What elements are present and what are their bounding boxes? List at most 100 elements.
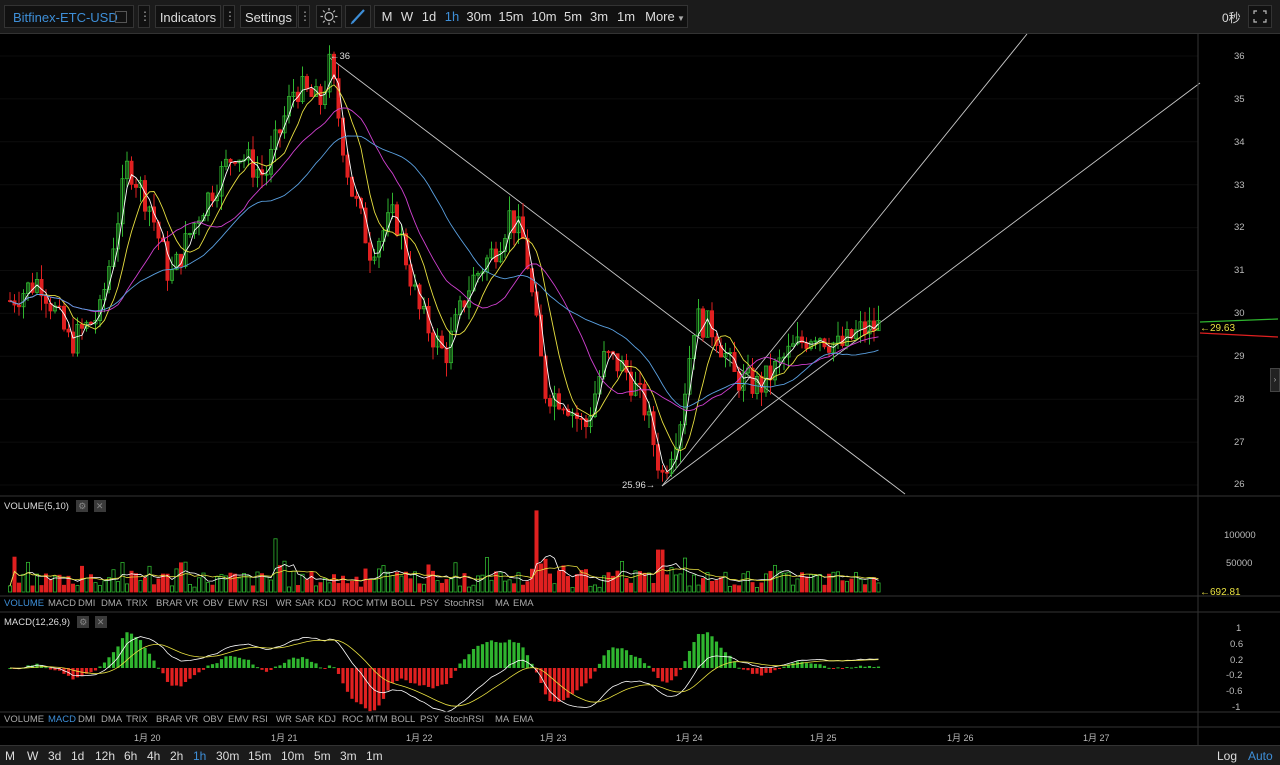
indicator-tab-vr[interactable]: VR (185, 713, 198, 727)
indicator-tab-dma[interactable]: DMA (101, 597, 122, 611)
indicator-tab-psy[interactable]: PSY (420, 597, 439, 611)
bottom-interval-6h[interactable]: 6h (124, 749, 137, 763)
indicator-tab-emv[interactable]: EMV (228, 597, 249, 611)
macd-bar (476, 645, 480, 668)
indicator-tab-emv[interactable]: EMV (228, 713, 249, 727)
indicator-tab-mtm[interactable]: MTM (366, 713, 388, 727)
bottom-interval-M[interactable]: M (5, 749, 15, 763)
volume-bar (417, 583, 422, 593)
volume-bar (178, 562, 183, 593)
indicator-tab-sar[interactable]: SAR (295, 597, 315, 611)
indicator-tab-ema[interactable]: EMA (513, 713, 534, 727)
macd-bar (336, 668, 341, 674)
bottom-interval-2h[interactable]: 2h (170, 749, 183, 763)
volume-bar (62, 584, 67, 593)
indicator-tab-sar[interactable]: SAR (295, 713, 315, 727)
volume-bar (723, 571, 728, 593)
volume-bar (813, 574, 818, 593)
indicator-tab-roc[interactable]: ROC (342, 713, 363, 727)
indicator-tab-roc[interactable]: ROC (342, 597, 363, 611)
bottom-interval-W[interactable]: W (27, 749, 38, 763)
price-chart[interactable] (0, 0, 1280, 764)
bottom-interval-3m[interactable]: 3m (340, 749, 357, 763)
bottom-interval-15m[interactable]: 15m (248, 749, 271, 763)
gear-icon[interactable]: ⚙ (77, 615, 90, 628)
indicator-tab-boll[interactable]: BOLL (391, 597, 415, 611)
indicator-tab-dma[interactable]: DMA (101, 713, 122, 727)
bottom-interval-1m[interactable]: 1m (366, 749, 383, 763)
volume-bar (872, 577, 877, 593)
bottom-interval-5m[interactable]: 5m (314, 749, 331, 763)
gear-icon[interactable]: ⚙ (76, 499, 89, 512)
indicator-tab-ema[interactable]: EMA (513, 597, 534, 611)
volume-bar (692, 574, 697, 593)
volume-bar (381, 565, 386, 593)
indicator-tab-obv[interactable]: OBV (203, 713, 223, 727)
indicator-tab-psy[interactable]: PSY (420, 713, 439, 727)
indicator-tab-trix[interactable]: TRIX (126, 713, 148, 727)
indicator-tab-macd[interactable]: MACD (48, 597, 76, 611)
macd-bar (759, 668, 764, 676)
bottom-interval-3d[interactable]: 3d (48, 749, 61, 763)
macd-bar (192, 668, 197, 676)
indicator-tab-stochrsi[interactable]: StochRSI (444, 713, 484, 727)
indicator-tab-wr[interactable]: WR (276, 713, 292, 727)
volume-bar (863, 584, 868, 593)
indicator-tab-volume[interactable]: VOLUME (4, 713, 44, 727)
macd-bar (318, 667, 323, 669)
indicator-tab-vr[interactable]: VR (185, 597, 198, 611)
macd-bar (746, 668, 750, 671)
macd-bar (111, 652, 116, 668)
bottom-interval-1d[interactable]: 1d (71, 749, 84, 763)
close-icon[interactable]: ✕ (94, 615, 107, 628)
bottom-interval-4h[interactable]: 4h (147, 749, 160, 763)
indicator-tab-macd[interactable]: MACD (48, 713, 76, 727)
high-value: 36 (339, 51, 351, 62)
macd-bar (332, 667, 336, 669)
volume-bar (836, 571, 841, 593)
right-expand-handle[interactable]: › (1270, 368, 1280, 392)
candle-body (561, 408, 566, 411)
volume-bar (304, 579, 309, 593)
macd-bar (282, 662, 287, 668)
scale-auto[interactable]: Auto (1248, 749, 1273, 763)
macd-bar (854, 666, 858, 668)
candle-body (16, 304, 21, 308)
candle-body (872, 320, 877, 332)
volume-bar (363, 568, 368, 593)
close-icon[interactable]: ✕ (93, 499, 106, 512)
indicator-tab-dmi[interactable]: DMI (78, 597, 95, 611)
candle-body (430, 332, 435, 348)
indicator-tab-rsi[interactable]: RSI (252, 597, 268, 611)
macd-bar (206, 665, 210, 668)
macd-bar (390, 668, 395, 683)
volume-bar (125, 583, 130, 593)
macd-bar (827, 667, 831, 669)
indicator-tab-boll[interactable]: BOLL (391, 713, 415, 727)
bottom-interval-12h[interactable]: 12h (95, 749, 115, 763)
indicator-tab-stochrsi[interactable]: StochRSI (444, 597, 484, 611)
scale-log[interactable]: Log (1217, 749, 1237, 763)
volume-bar (588, 585, 593, 593)
indicator-tab-trix[interactable]: TRIX (126, 597, 148, 611)
indicator-tab-ma[interactable]: MA (495, 597, 509, 611)
indicator-tab-kdj[interactable]: KDJ (318, 597, 336, 611)
indicator-tab-kdj[interactable]: KDJ (318, 713, 336, 727)
bottom-interval-10m[interactable]: 10m (281, 749, 304, 763)
indicator-tab-volume[interactable]: VOLUME (4, 597, 44, 611)
indicator-tab-mtm[interactable]: MTM (366, 597, 388, 611)
bottom-interval-30m[interactable]: 30m (216, 749, 239, 763)
bottom-interval-1h[interactable]: 1h (193, 749, 206, 763)
indicator-tab-obv[interactable]: OBV (203, 597, 223, 611)
indicator-tab-brar[interactable]: BRAR (156, 597, 182, 611)
indicator-tab-wr[interactable]: WR (276, 597, 292, 611)
candle-body (57, 305, 62, 308)
indicator-tab-dmi[interactable]: DMI (78, 713, 95, 727)
macd-bar (723, 652, 728, 668)
indicator-tab-rsi[interactable]: RSI (252, 713, 268, 727)
indicator-tab-brar[interactable]: BRAR (156, 713, 182, 727)
candle-body (660, 469, 665, 473)
volume-bar (683, 557, 688, 593)
indicator-tab-ma[interactable]: MA (495, 713, 509, 727)
macd-bar (566, 668, 570, 698)
